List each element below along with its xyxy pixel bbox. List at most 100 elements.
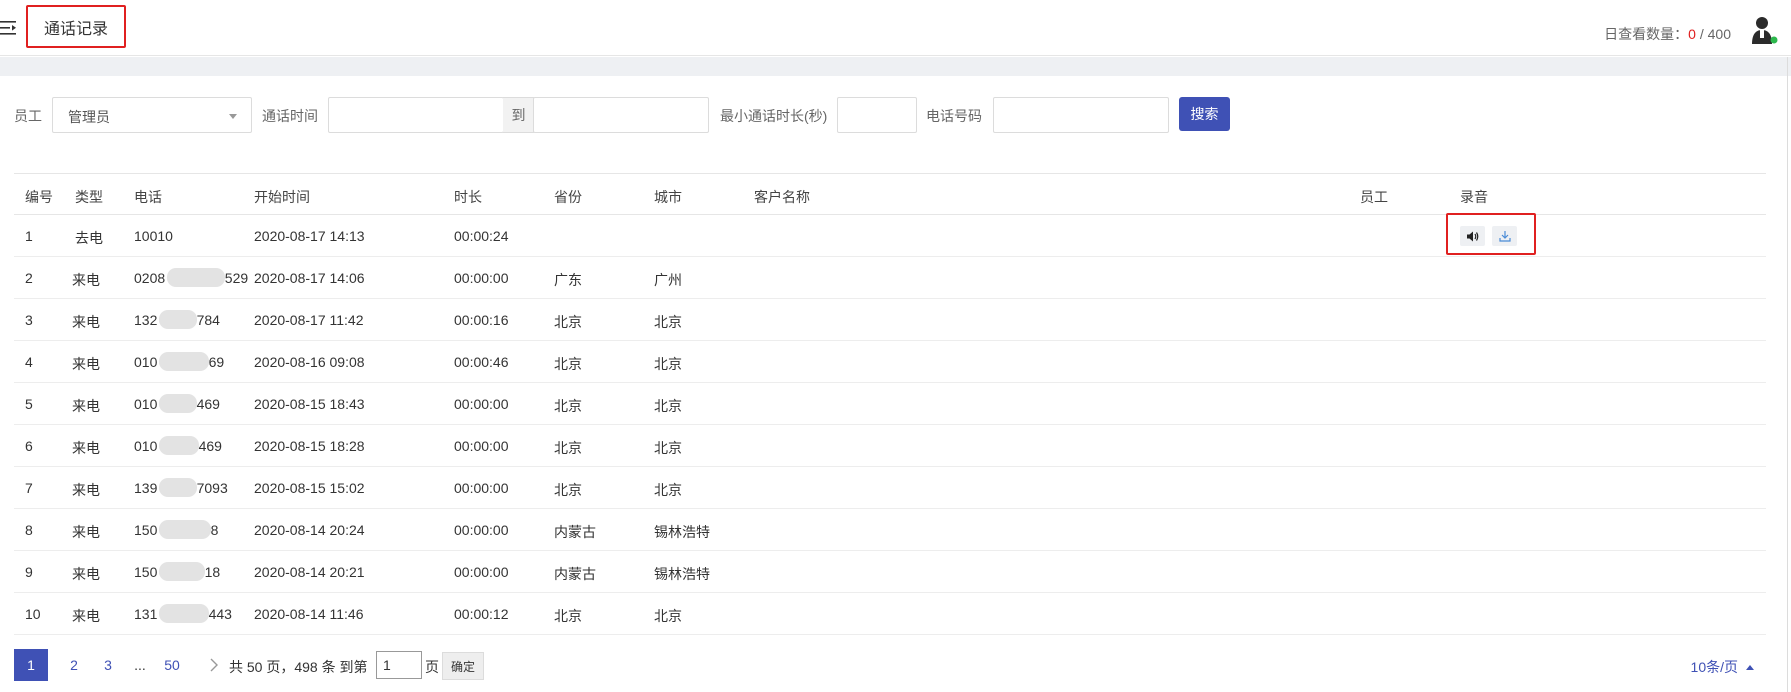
view-count-total: 400 — [1707, 26, 1731, 42]
col-header-duration: 时长 — [454, 189, 482, 205]
staff-label: 员工 — [14, 108, 42, 124]
cell-city: 广州 — [654, 272, 682, 288]
table-row[interactable]: 3 来电 132 784 2020-08-17 11:42 00:00:16 北京 北京 — [14, 299, 1766, 341]
cell-province: 广东 — [554, 272, 582, 288]
cell-city: 北京 — [654, 482, 682, 498]
cell-phone-prefix: 132 — [134, 312, 158, 328]
cell-phone-suffix: 69 — [208, 354, 225, 370]
page-1-button[interactable]: 1 — [14, 649, 48, 681]
table-row[interactable]: 1 去电 10010 2020-08-17 14:13 00:00:24 — [14, 213, 1766, 257]
page-title-text: 通话记录 — [43, 20, 108, 38]
cell-duration: 00:00:00 — [454, 396, 509, 412]
table-row[interactable]: 5 来电 010 469 2020-08-15 18:43 00:00:00 北京 北京 — [14, 383, 1766, 425]
page-unit-label: 页 — [425, 659, 439, 675]
phone-redaction-blur — [158, 352, 209, 371]
cell-phone-suffix: 8 — [210, 522, 219, 538]
min-duration-input[interactable] — [837, 97, 917, 133]
cell-no: 4 — [25, 354, 33, 370]
cell-city: 北京 — [654, 356, 682, 372]
speaker-icon[interactable] — [1460, 226, 1485, 246]
date-separator-text: 到 — [511, 107, 526, 123]
cell-type: 来电 — [72, 272, 100, 288]
cell-phone-prefix: 131 — [134, 606, 158, 622]
staff-select[interactable]: 管理员 — [52, 97, 252, 133]
cell-phone-suffix: 784 — [196, 312, 220, 328]
cell-type: 来电 — [72, 398, 100, 414]
cell-phone-suffix: 18 — [204, 564, 221, 580]
col-header-city: 城市 — [654, 189, 682, 205]
cell-phone-prefix: 010 — [134, 438, 158, 454]
cell-no: 1 — [25, 228, 33, 244]
top-header: 通话记录 日查看数量：0 / 400 — [0, 0, 1791, 56]
cell-type: 来电 — [72, 482, 100, 498]
table-row[interactable]: 10 来电 131 443 2020-08-14 11:46 00:00:12 北京 北京 — [14, 593, 1766, 635]
pagination: 1 2 3 ... 50 共 50 页，498 条 到第 页 确定 10条/页 — [14, 649, 1784, 683]
cell-province: 内蒙古 — [554, 566, 596, 582]
cell-city: 北京 — [654, 608, 682, 624]
goto-page-input[interactable] — [376, 651, 422, 679]
search-button[interactable]: 搜索 — [1179, 97, 1230, 131]
cell-province: 北京 — [554, 440, 582, 456]
page-50-button[interactable]: 50 — [158, 649, 186, 681]
cell-phone-prefix: 139 — [134, 480, 158, 496]
cell-phone-prefix: 0208 — [134, 270, 166, 286]
cell-province: 北京 — [554, 398, 582, 414]
cell-no: 6 — [25, 438, 33, 454]
phone-number-input[interactable] — [993, 97, 1169, 133]
cell-no: 8 — [25, 522, 33, 538]
table-row[interactable]: 4 来电 010 69 2020-08-16 09:08 00:00:46 北京 北京 — [14, 341, 1766, 383]
table-row[interactable]: 7 来电 139 7093 2020-08-15 15:02 00:00:00 北京 北京 — [14, 467, 1766, 509]
cell-city: 锡林浩特 — [654, 524, 710, 540]
cell-province: 北京 — [554, 608, 582, 624]
cell-type: 来电 — [72, 608, 100, 624]
cell-type: 去电 — [75, 230, 103, 246]
table-body: 1 去电 10010 2020-08-17 14:13 00:00:24 2 来电 0208 5… — [14, 213, 1766, 635]
col-header-recording: 录音 — [1460, 189, 1488, 205]
col-header-staff: 员工 — [1360, 189, 1388, 205]
cell-city: 北京 — [654, 440, 682, 456]
cell-duration: 00:00:24 — [454, 228, 509, 244]
cell-start-time: 2020-08-16 09:08 — [254, 354, 365, 370]
col-header-type: 类型 — [75, 189, 103, 205]
min-duration-label: 最小通话时长(秒) — [720, 108, 828, 124]
cell-no: 5 — [25, 396, 33, 412]
cell-start-time: 2020-08-14 11:46 — [254, 606, 364, 622]
table-header: 编号 类型 电话 开始时间 时长 省份 城市 客户名称 员工 录音 — [14, 173, 1766, 215]
cell-city: 锡林浩特 — [654, 566, 710, 582]
end-date-input[interactable] — [533, 97, 709, 133]
cell-type: 来电 — [72, 314, 100, 330]
cell-province: 北京 — [554, 356, 582, 372]
table-row[interactable]: 2 来电 0208 529 2020-08-17 14:06 00:00:00 广东 广州 — [14, 257, 1766, 299]
phone-number-label: 电话号码 — [926, 108, 982, 124]
cell-no: 9 — [25, 564, 33, 580]
start-date-input[interactable] — [328, 97, 504, 133]
cell-duration: 00:00:00 — [454, 438, 509, 454]
cell-province: 北京 — [554, 482, 582, 498]
col-header-phone: 电话 — [134, 189, 162, 205]
cell-start-time: 2020-08-14 20:24 — [254, 522, 365, 538]
page-3-button[interactable]: 3 — [98, 649, 118, 681]
scrollbar-track[interactable] — [1787, 57, 1788, 692]
col-header-start-time: 开始时间 — [254, 189, 310, 205]
table-row[interactable]: 8 来电 150 8 2020-08-14 20:24 00:00:00 内蒙古 锡林浩特 — [14, 509, 1766, 551]
per-page-select[interactable]: 10条/页 — [1691, 657, 1754, 677]
recording-actions-highlight — [1446, 213, 1536, 255]
cell-type: 来电 — [72, 440, 100, 456]
cell-city: 北京 — [654, 398, 682, 414]
user-avatar-icon[interactable] — [1748, 14, 1780, 46]
caret-up-icon — [1746, 665, 1754, 670]
chevron-right-icon[interactable] — [204, 649, 224, 681]
cell-duration: 00:00:00 — [454, 564, 509, 580]
call-time-label: 通话时间 — [262, 108, 318, 124]
menu-indent-icon[interactable] — [0, 19, 18, 37]
cell-phone-prefix: 150 — [134, 522, 158, 538]
table-row[interactable]: 6 来电 010 469 2020-08-15 18:28 00:00:00 北京 北京 — [14, 425, 1766, 467]
download-icon[interactable] — [1492, 226, 1517, 246]
page-2-button[interactable]: 2 — [64, 649, 84, 681]
table-row[interactable]: 9 来电 150 18 2020-08-14 20:21 00:00:00 内蒙古 锡林浩特 — [14, 551, 1766, 593]
cell-type: 来电 — [72, 356, 100, 372]
goto-confirm-button[interactable]: 确定 — [442, 652, 484, 680]
cell-duration: 00:00:12 — [454, 606, 509, 622]
header-divider-band — [0, 57, 1791, 76]
cell-phone-suffix: 469 — [198, 438, 222, 454]
